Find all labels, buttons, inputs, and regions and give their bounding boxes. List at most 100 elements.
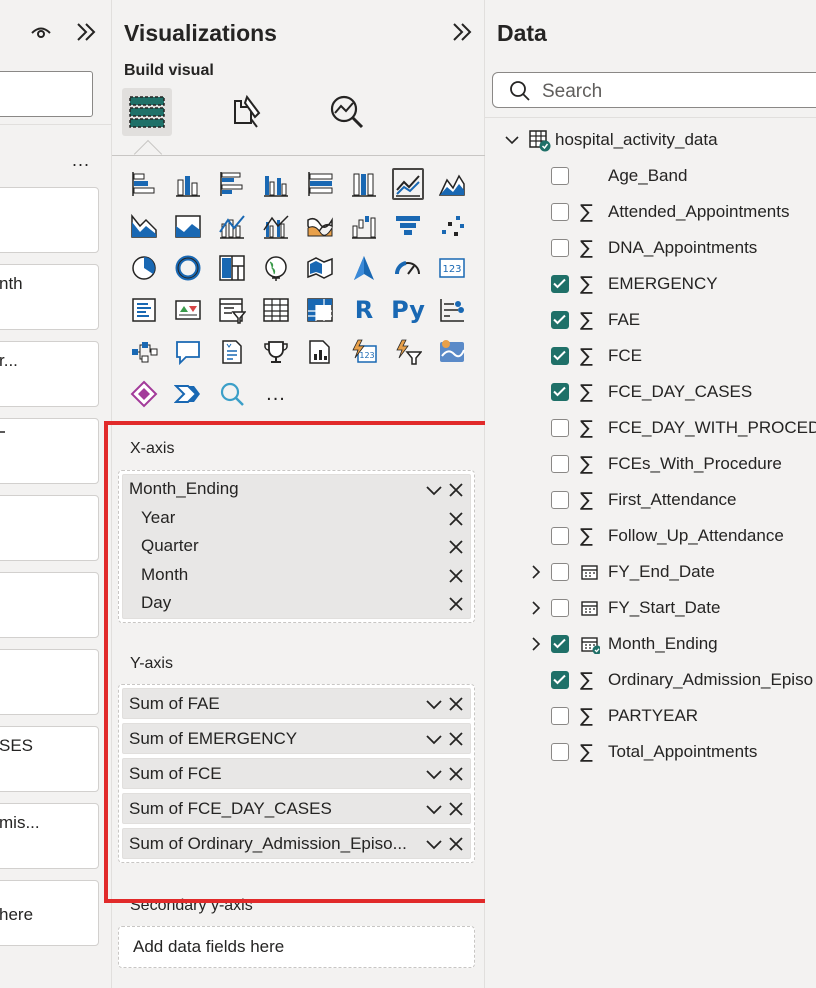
ribbon-chart-icon[interactable]: [304, 210, 336, 242]
card-icon[interactable]: 123: [436, 252, 468, 284]
filters-search-input[interactable]: [0, 71, 93, 117]
decomposition-tree-icon[interactable]: [128, 336, 160, 368]
field-checkbox[interactable]: [551, 239, 569, 257]
line-chart-icon[interactable]: [392, 168, 424, 200]
scatter-chart-icon[interactable]: [436, 210, 468, 242]
qa-icon[interactable]: [172, 336, 204, 368]
field-item[interactable]: ∑ Total_Appointments: [485, 734, 816, 770]
power-automate-icon[interactable]: [392, 336, 424, 368]
field-checkbox[interactable]: [551, 635, 569, 653]
chevron-right-icon[interactable]: [529, 564, 543, 580]
field-checkbox[interactable]: [551, 455, 569, 473]
build-visual-tab[interactable]: [122, 88, 172, 136]
waterfall-chart-icon[interactable]: [348, 210, 380, 242]
arcgis-map-icon[interactable]: [436, 336, 468, 368]
filter-card[interactable]: mis...: [0, 803, 99, 869]
table-icon[interactable]: [260, 294, 292, 326]
field-checkbox[interactable]: [551, 383, 569, 401]
metrics-icon[interactable]: [260, 336, 292, 368]
filter-card[interactable]: [0, 649, 99, 715]
find-visuals-icon[interactable]: [216, 378, 248, 410]
field-checkbox[interactable]: [551, 743, 569, 761]
map-icon[interactable]: [260, 252, 292, 284]
r-script-visual-icon[interactable]: R: [348, 294, 380, 326]
search-input[interactable]: Search: [492, 72, 816, 108]
line-and-stacked-column-icon[interactable]: [216, 210, 248, 242]
filter-card[interactable]: nth: [0, 264, 99, 330]
stacked-column-chart-icon[interactable]: [172, 168, 204, 200]
more-options-icon[interactable]: ...: [72, 150, 90, 171]
matrix-icon[interactable]: [304, 294, 336, 326]
field-item[interactable]: Month_Ending: [485, 626, 816, 662]
field-checkbox[interactable]: [551, 275, 569, 293]
field-item[interactable]: ∑ FCE: [485, 338, 816, 374]
power-apps-visual-icon[interactable]: [128, 378, 160, 410]
paginated-report-icon[interactable]: [304, 336, 336, 368]
filter-card[interactable]: [0, 572, 99, 638]
filter-card[interactable]: [0, 495, 99, 561]
field-item[interactable]: ∑ FCE_DAY_WITH_PROCEDU: [485, 410, 816, 446]
field-checkbox[interactable]: [551, 419, 569, 437]
expand-pane-icon[interactable]: [74, 20, 98, 44]
100-stacked-bar-chart-icon[interactable]: [304, 168, 336, 200]
chevron-right-icon[interactable]: [529, 636, 543, 652]
field-checkbox[interactable]: [551, 491, 569, 509]
field-checkbox[interactable]: [551, 563, 569, 581]
stacked-area-chart-icon[interactable]: [128, 210, 160, 242]
field-item[interactable]: ∑ First_Attendance: [485, 482, 816, 518]
azure-map-icon[interactable]: [348, 252, 380, 284]
field-item[interactable]: FY_End_Date: [485, 554, 816, 590]
line-and-clustered-column-icon[interactable]: [260, 210, 292, 242]
filled-map-icon[interactable]: [304, 252, 336, 284]
field-item[interactable]: ∑ DNA_Appointments: [485, 230, 816, 266]
field-item[interactable]: Age_Band: [485, 158, 816, 194]
multi-row-card-icon[interactable]: [128, 294, 160, 326]
more-visuals-icon[interactable]: ...: [260, 378, 292, 410]
field-checkbox[interactable]: [551, 527, 569, 545]
pie-chart-icon[interactable]: [128, 252, 160, 284]
field-checkbox[interactable]: [551, 671, 569, 689]
field-item[interactable]: ∑ FCEs_With_Procedure: [485, 446, 816, 482]
field-item[interactable]: ∑ FAE: [485, 302, 816, 338]
field-checkbox[interactable]: [551, 311, 569, 329]
treemap-icon[interactable]: [216, 252, 248, 284]
filter-card[interactable]: here: [0, 880, 99, 946]
clustered-bar-chart-icon[interactable]: [216, 168, 248, 200]
field-item[interactable]: FY_Start_Date: [485, 590, 816, 626]
filter-card[interactable]: [0, 418, 99, 484]
100-stacked-area-chart-icon[interactable]: [172, 210, 204, 242]
chevron-right-icon[interactable]: [529, 600, 543, 616]
format-visual-tab[interactable]: [222, 88, 272, 136]
field-item[interactable]: ∑ PARTYEAR: [485, 698, 816, 734]
slicer-icon[interactable]: [216, 294, 248, 326]
field-checkbox[interactable]: [551, 599, 569, 617]
analytics-tab[interactable]: [322, 88, 372, 136]
filter-card[interactable]: r...: [0, 341, 99, 407]
collapse-pane-icon[interactable]: [450, 20, 474, 44]
field-item[interactable]: ∑ Follow_Up_Attendance: [485, 518, 816, 554]
gauge-icon[interactable]: [392, 252, 424, 284]
donut-chart-icon[interactable]: [172, 252, 204, 284]
field-checkbox[interactable]: [551, 203, 569, 221]
funnel-chart-icon[interactable]: [392, 210, 424, 242]
field-item[interactable]: ∑ FCE_DAY_CASES: [485, 374, 816, 410]
field-checkbox[interactable]: [551, 347, 569, 365]
field-item[interactable]: ∑ Attended_Appointments: [485, 194, 816, 230]
chevron-down-icon[interactable]: [505, 132, 519, 148]
filter-card[interactable]: SES: [0, 726, 99, 792]
100-stacked-column-chart-icon[interactable]: [348, 168, 380, 200]
filter-card[interactable]: [0, 187, 99, 253]
field-checkbox[interactable]: [551, 707, 569, 725]
stacked-bar-chart-icon[interactable]: [128, 168, 160, 200]
secondary-y-axis-well[interactable]: Add data fields here: [118, 926, 475, 968]
key-influencers-icon[interactable]: [436, 294, 468, 326]
field-item[interactable]: ∑ EMERGENCY: [485, 266, 816, 302]
eye-icon[interactable]: [30, 22, 52, 42]
field-item[interactable]: ∑ Ordinary_Admission_Episo: [485, 662, 816, 698]
python-visual-icon[interactable]: Py: [391, 294, 425, 326]
power-apps-icon[interactable]: 123: [348, 336, 380, 368]
table-node[interactable]: hospital_activity_data: [485, 122, 816, 158]
smart-narrative-icon[interactable]: [216, 336, 248, 368]
kpi-icon[interactable]: [172, 294, 204, 326]
clustered-column-chart-icon[interactable]: [260, 168, 292, 200]
